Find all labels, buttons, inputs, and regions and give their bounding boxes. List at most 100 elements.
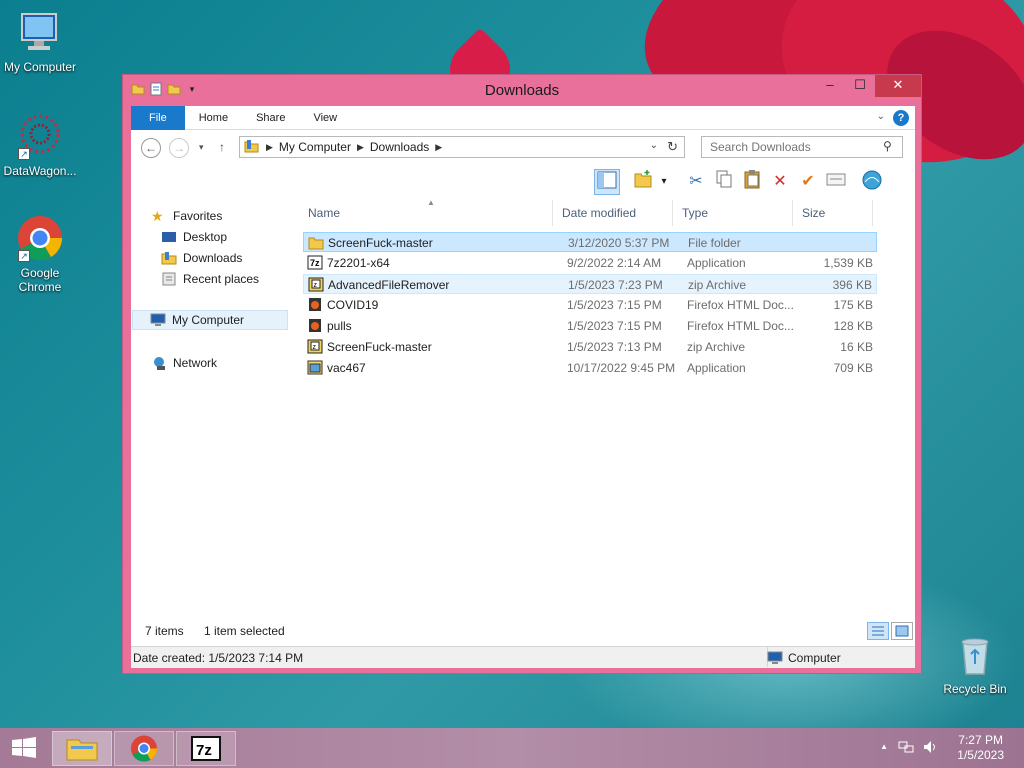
- show-hidden-icons-button[interactable]: ▲: [880, 742, 888, 751]
- volume-icon[interactable]: [922, 739, 938, 758]
- svg-text:7z: 7z: [310, 258, 320, 268]
- desktop-icon-google-chrome[interactable]: ↗ Google Chrome: [0, 214, 80, 294]
- tab-share[interactable]: Share: [242, 106, 299, 130]
- windows-logo-icon: [12, 737, 36, 758]
- app-icon: [307, 360, 323, 375]
- content-area: ★ Favorites Desktop Downloads Recent pla…: [131, 198, 915, 668]
- window-controls: – ☐ ✕: [815, 75, 921, 97]
- nav-item-label: My Computer: [172, 313, 245, 327]
- taskbar-file-explorer[interactable]: [52, 731, 112, 766]
- file-date: 9/2/2022 2:14 AM: [567, 256, 662, 270]
- folder-icon: [244, 139, 260, 156]
- firefox-html-icon: [307, 297, 323, 312]
- column-header-type[interactable]: Type: [673, 200, 793, 226]
- network-icon: [151, 356, 167, 370]
- nav-item-recent-places[interactable]: Recent places: [161, 272, 259, 286]
- address-dropdown-icon[interactable]: ⌄: [650, 140, 658, 151]
- table-row[interactable]: pulls 1/5/2023 7:15 PM Firefox HTML Doc.…: [303, 316, 877, 336]
- copy-icon[interactable]: [711, 169, 737, 195]
- 7zip-icon: 7z: [191, 736, 221, 761]
- nav-item-label: Recent places: [183, 272, 260, 286]
- file-name: AdvancedFileRemover: [328, 278, 450, 292]
- nav-item-network[interactable]: Network: [151, 356, 217, 370]
- new-folder-button[interactable]: [631, 169, 657, 195]
- recent-locations-chevron-icon[interactable]: ▾: [199, 142, 204, 153]
- chevron-down-icon[interactable]: ▾: [657, 169, 671, 195]
- selection-count: 1 item selected: [204, 624, 285, 638]
- rename-check-icon[interactable]: ✔: [795, 169, 821, 195]
- search-input[interactable]: [701, 136, 903, 158]
- chevron-down-icon[interactable]: ⌄: [877, 111, 885, 122]
- items-count: 7 items: [145, 624, 184, 638]
- firefox-html-icon: [307, 318, 323, 333]
- delete-icon[interactable]: ✕: [767, 169, 793, 195]
- table-row[interactable]: vac467 10/17/2022 9:45 PM Application 70…: [303, 358, 877, 378]
- help-icon[interactable]: ?: [893, 110, 909, 126]
- address-bar[interactable]: ▶ My Computer ▶ Downloads ▶ ⌄ ↻: [239, 136, 685, 158]
- datawagon-icon: ↗: [16, 112, 64, 160]
- file-size: 175 KB: [833, 298, 873, 312]
- column-header-size[interactable]: Size: [793, 200, 873, 226]
- zip-icon: z: [308, 277, 324, 292]
- breadcrumb-my-computer[interactable]: My Computer: [279, 140, 351, 154]
- breadcrumb-separator-icon: ▶: [435, 141, 443, 152]
- navigation-pane: ★ Favorites Desktop Downloads Recent pla…: [131, 198, 291, 618]
- file-date: 10/17/2022 9:45 PM: [567, 361, 676, 375]
- nav-item-desktop[interactable]: Desktop: [161, 230, 227, 244]
- clock-time: 7:27 PM: [958, 733, 1003, 747]
- desktop-icon-label: My Computer: [3, 60, 77, 74]
- breadcrumb-downloads[interactable]: Downloads: [370, 140, 429, 154]
- shell-icon[interactable]: [859, 169, 885, 195]
- tab-view[interactable]: View: [299, 106, 351, 130]
- nav-item-my-computer[interactable]: My Computer: [132, 310, 288, 330]
- details-view-button[interactable]: [867, 622, 889, 640]
- file-type: Firefox HTML Doc...: [687, 319, 794, 333]
- table-row[interactable]: COVID19 1/5/2023 7:15 PM Firefox HTML Do…: [303, 295, 877, 315]
- clock[interactable]: 7:27 PM 1/5/2023: [957, 733, 1004, 763]
- column-header-date-modified[interactable]: Date modified: [553, 200, 673, 226]
- back-button[interactable]: ←: [141, 138, 161, 158]
- large-icons-view-button[interactable]: [891, 622, 913, 640]
- table-row[interactable]: ScreenFuck-master 3/12/2020 5:37 PM File…: [303, 232, 877, 252]
- nav-item-favorites[interactable]: ★ Favorites: [151, 209, 222, 223]
- file-type: Application: [687, 256, 746, 270]
- title-bar[interactable]: ▾ Downloads – ☐ ✕: [123, 75, 921, 105]
- desktop-icon-label: Recycle Bin: [943, 682, 1007, 696]
- paste-icon[interactable]: [739, 169, 765, 195]
- minimize-button[interactable]: –: [815, 75, 845, 97]
- nav-item-downloads[interactable]: Downloads: [161, 251, 242, 265]
- folder-icon: [308, 235, 324, 250]
- taskbar-google-chrome[interactable]: [114, 731, 174, 766]
- maximize-button[interactable]: ☐: [845, 75, 875, 97]
- file-size: 709 KB: [833, 361, 873, 375]
- table-row[interactable]: 7z 7z2201-x64 9/2/2022 2:14 AM Applicati…: [303, 253, 877, 273]
- close-button[interactable]: ✕: [875, 75, 921, 97]
- taskbar: 7z ▲ 7:27 PM 1/5/2023: [0, 728, 1024, 768]
- desktop-icon-datawagon[interactable]: ↗ DataWagon...: [0, 112, 80, 178]
- forward-button[interactable]: →: [169, 138, 189, 158]
- file-name: 7z2201-x64: [327, 256, 390, 270]
- network-icon[interactable]: [898, 739, 914, 758]
- clock-date: 1/5/2023: [957, 748, 1004, 762]
- refresh-icon[interactable]: ↻: [667, 139, 678, 155]
- preview-pane-button[interactable]: [594, 169, 620, 195]
- computer-icon: [16, 8, 64, 56]
- cut-icon[interactable]: ✂: [683, 169, 709, 195]
- desktop-icon-my-computer[interactable]: My Computer: [0, 8, 80, 74]
- search-icon[interactable]: ⚲: [883, 139, 892, 153]
- properties-icon[interactable]: [823, 169, 849, 195]
- file-size: 128 KB: [833, 319, 873, 333]
- desktop-icon-recycle-bin[interactable]: Recycle Bin: [935, 630, 1015, 696]
- recent-places-icon: [161, 272, 177, 286]
- table-row[interactable]: z AdvancedFileRemover 1/5/2023 7:23 PM z…: [303, 274, 877, 294]
- tab-file[interactable]: File: [131, 105, 185, 130]
- table-row[interactable]: z ScreenFuck-master 1/5/2023 7:13 PM zip…: [303, 337, 877, 357]
- file-name: pulls: [327, 319, 352, 333]
- column-header-name[interactable]: Name: [299, 200, 553, 226]
- tab-home[interactable]: Home: [185, 106, 242, 130]
- taskbar-7zip[interactable]: 7z: [176, 731, 236, 766]
- up-button[interactable]: ↑: [219, 140, 225, 154]
- file-date: 3/12/2020 5:37 PM: [568, 236, 670, 250]
- ribbon-tabs: File Home Share View ⌄ ?: [131, 105, 915, 130]
- start-button[interactable]: [0, 728, 48, 768]
